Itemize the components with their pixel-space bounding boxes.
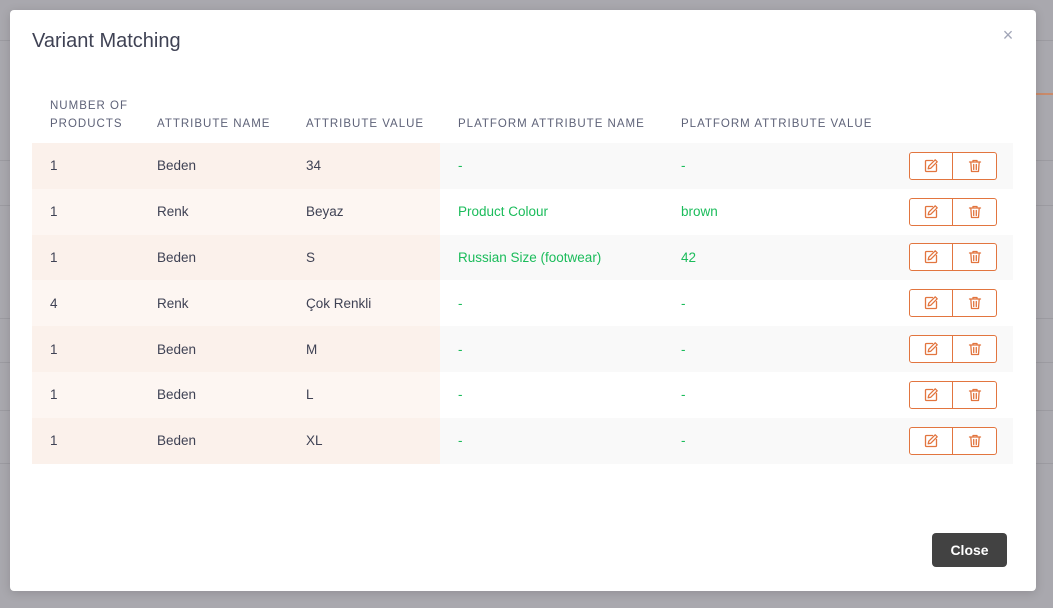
cell-platform-attribute-value: - bbox=[663, 371, 886, 418]
background-accent bbox=[1033, 93, 1053, 95]
delete-button[interactable] bbox=[953, 197, 997, 226]
cell-platform-attribute-name: - bbox=[440, 371, 663, 418]
cell-platform-attribute-value: - bbox=[663, 326, 886, 372]
column-header-platform-attribute-value: Platform Attribute Value bbox=[681, 117, 873, 130]
cell-attribute-value: Çok Renkli bbox=[288, 280, 440, 327]
edit-button[interactable] bbox=[909, 335, 953, 364]
edit-icon bbox=[923, 204, 939, 220]
edit-button[interactable] bbox=[909, 289, 953, 318]
modal-title: Variant Matching bbox=[32, 30, 181, 52]
cell-actions bbox=[886, 417, 1013, 464]
table-row: 1 Beden L - - bbox=[32, 371, 1013, 418]
cell-platform-attribute-value: - bbox=[663, 280, 886, 327]
cell-attribute-name: Beden bbox=[139, 371, 288, 418]
delete-button[interactable] bbox=[953, 380, 997, 409]
close-button[interactable]: Close bbox=[932, 533, 1007, 567]
edit-button[interactable] bbox=[909, 197, 953, 226]
edit-icon bbox=[923, 433, 939, 449]
column-header-attribute-value: Attribute Value bbox=[306, 117, 425, 130]
cell-count: 1 bbox=[32, 143, 139, 189]
cell-attribute-name: Beden bbox=[139, 417, 288, 464]
delete-button[interactable] bbox=[953, 151, 997, 180]
cell-actions bbox=[886, 280, 1013, 327]
edit-icon bbox=[923, 295, 939, 311]
row-action-group bbox=[909, 426, 997, 455]
table-row: 1 Beden M - - bbox=[32, 326, 1013, 372]
cell-attribute-value: M bbox=[288, 326, 440, 372]
cell-platform-attribute-name: - bbox=[440, 280, 663, 327]
table-row: 1 Renk Beyaz Product Colour brown bbox=[32, 188, 1013, 235]
cell-attribute-name: Beden bbox=[139, 234, 288, 281]
column-header-attribute-name: Attribute Name bbox=[157, 117, 271, 130]
column-header-platform-attribute-name: Platform Attribute Name bbox=[458, 117, 645, 130]
cell-attribute-name: Renk bbox=[139, 280, 288, 327]
close-icon[interactable]: × bbox=[1000, 26, 1016, 44]
cell-attribute-name: Beden bbox=[139, 326, 288, 372]
cell-platform-attribute-value: brown bbox=[663, 188, 886, 235]
cell-attribute-value: L bbox=[288, 371, 440, 418]
cell-attribute-value: S bbox=[288, 234, 440, 281]
cell-count: 1 bbox=[32, 417, 139, 464]
table-header-row: Number of Products Attribute Name Attrib… bbox=[32, 98, 1013, 143]
edit-button[interactable] bbox=[909, 151, 953, 180]
cell-attribute-value: Beyaz bbox=[288, 188, 440, 235]
trash-icon bbox=[967, 295, 983, 311]
edit-button[interactable] bbox=[909, 380, 953, 409]
cell-actions bbox=[886, 234, 1013, 281]
cell-actions bbox=[886, 371, 1013, 418]
edit-button[interactable] bbox=[909, 243, 953, 272]
cell-count: 1 bbox=[32, 234, 139, 281]
cell-actions bbox=[886, 188, 1013, 235]
delete-button[interactable] bbox=[953, 289, 997, 318]
row-action-group bbox=[909, 197, 997, 226]
cell-platform-attribute-name: - bbox=[440, 417, 663, 464]
cell-platform-attribute-value: - bbox=[663, 143, 886, 189]
trash-icon bbox=[967, 158, 983, 174]
row-action-group bbox=[909, 380, 997, 409]
row-action-group bbox=[909, 151, 997, 180]
cell-count: 4 bbox=[32, 280, 139, 327]
cell-platform-attribute-name: - bbox=[440, 143, 663, 189]
cell-attribute-name: Beden bbox=[139, 143, 288, 189]
delete-button[interactable] bbox=[953, 335, 997, 364]
cell-platform-attribute-value: - bbox=[663, 417, 886, 464]
table-row: 4 Renk Çok Renkli - - bbox=[32, 280, 1013, 327]
cell-count: 1 bbox=[32, 371, 139, 418]
cell-actions bbox=[886, 143, 1013, 189]
cell-platform-attribute-value: 42 bbox=[663, 234, 886, 281]
table-row: 1 Beden XL - - bbox=[32, 417, 1013, 464]
trash-icon bbox=[967, 341, 983, 357]
trash-icon bbox=[967, 249, 983, 265]
column-header-count: Number of Products bbox=[50, 100, 128, 130]
edit-icon bbox=[923, 341, 939, 357]
column-header-actions bbox=[886, 98, 1013, 143]
row-action-group bbox=[909, 335, 997, 364]
row-action-group bbox=[909, 289, 997, 318]
cell-attribute-name: Renk bbox=[139, 188, 288, 235]
cell-actions bbox=[886, 326, 1013, 372]
row-action-group bbox=[909, 243, 997, 272]
table-row: 1 Beden 34- - bbox=[32, 143, 1013, 189]
cell-attribute-value: XL bbox=[288, 417, 440, 464]
table-row: 1 Beden S Russian Size (footwear) 42 bbox=[32, 234, 1013, 281]
cell-attribute-value: 34 bbox=[288, 143, 440, 189]
cell-platform-attribute-name: Product Colour bbox=[440, 188, 663, 235]
cell-count: 1 bbox=[32, 326, 139, 372]
trash-icon bbox=[967, 387, 983, 403]
edit-icon bbox=[923, 387, 939, 403]
trash-icon bbox=[967, 204, 983, 220]
variant-matching-modal: Variant Matching × Number of Products At… bbox=[10, 10, 1036, 591]
delete-button[interactable] bbox=[953, 243, 997, 272]
variant-table: Number of Products Attribute Name Attrib… bbox=[32, 98, 1013, 464]
edit-icon bbox=[923, 158, 939, 174]
cell-platform-attribute-name: - bbox=[440, 326, 663, 372]
cell-platform-attribute-name: Russian Size (footwear) bbox=[440, 234, 663, 281]
trash-icon bbox=[967, 433, 983, 449]
delete-button[interactable] bbox=[953, 426, 997, 455]
edit-icon bbox=[923, 249, 939, 265]
cell-count: 1 bbox=[32, 188, 139, 235]
edit-button[interactable] bbox=[909, 426, 953, 455]
